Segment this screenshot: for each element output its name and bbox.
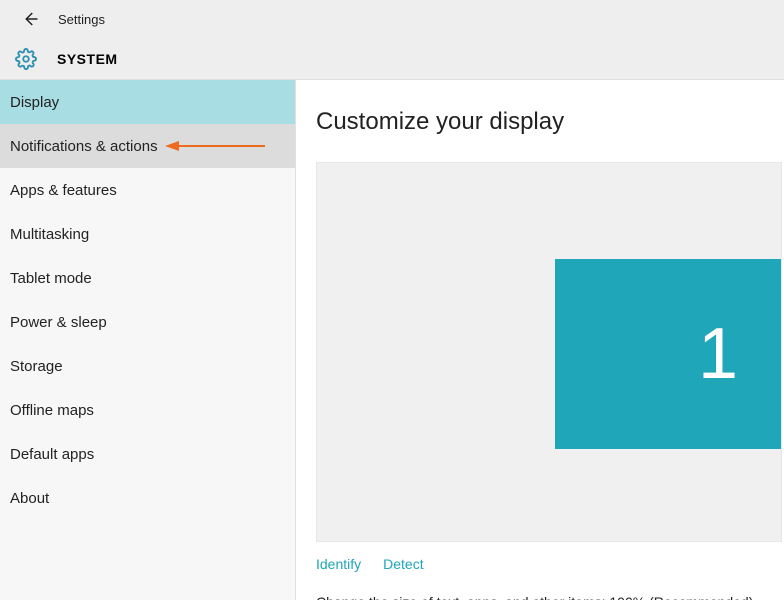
back-button[interactable]: [18, 7, 42, 31]
page-title: SYSTEM: [57, 51, 118, 67]
scale-label: Change the size of text, apps, and other…: [316, 594, 784, 600]
identify-link[interactable]: Identify: [316, 556, 361, 572]
detect-link[interactable]: Detect: [383, 556, 423, 572]
monitor-number: 1: [698, 313, 738, 395]
sidebar-item-label: Multitasking: [10, 226, 89, 243]
content-area: Display Notifications & actions Apps & f…: [0, 80, 784, 600]
title-bar: Settings: [0, 0, 784, 38]
gear-icon: [15, 48, 37, 70]
sidebar-item-label: Offline maps: [10, 402, 94, 419]
sidebar-item-label: Display: [10, 94, 59, 111]
sidebar-item-notifications[interactable]: Notifications & actions: [0, 124, 295, 168]
sidebar-item-label: Power & sleep: [10, 314, 107, 331]
sidebar-item-about[interactable]: About: [0, 476, 295, 520]
page-header: SYSTEM: [0, 38, 784, 80]
window-title: Settings: [58, 12, 105, 27]
sidebar-item-label: Default apps: [10, 446, 94, 463]
sidebar-item-display[interactable]: Display: [0, 80, 295, 124]
display-preview-box[interactable]: 1: [316, 162, 782, 542]
display-actions: Identify Detect: [316, 556, 784, 572]
sidebar-item-apps-features[interactable]: Apps & features: [0, 168, 295, 212]
monitor-preview[interactable]: 1: [555, 259, 781, 449]
main-panel: Customize your display 1 Identify Detect…: [296, 80, 784, 600]
sidebar-item-label: About: [10, 490, 49, 507]
sidebar-item-multitasking[interactable]: Multitasking: [0, 212, 295, 256]
sidebar-item-offline-maps[interactable]: Offline maps: [0, 388, 295, 432]
sidebar-item-power-sleep[interactable]: Power & sleep: [0, 300, 295, 344]
sidebar-item-label: Tablet mode: [10, 270, 92, 287]
sidebar-item-label: Notifications & actions: [10, 138, 158, 155]
sidebar-item-label: Apps & features: [10, 182, 117, 199]
sidebar-item-label: Storage: [10, 358, 63, 375]
back-arrow-icon: [21, 10, 39, 28]
sidebar: Display Notifications & actions Apps & f…: [0, 80, 296, 600]
main-heading: Customize your display: [316, 108, 784, 136]
sidebar-item-storage[interactable]: Storage: [0, 344, 295, 388]
sidebar-item-default-apps[interactable]: Default apps: [0, 432, 295, 476]
sidebar-item-tablet-mode[interactable]: Tablet mode: [0, 256, 295, 300]
annotation-arrow-icon: [165, 139, 265, 153]
